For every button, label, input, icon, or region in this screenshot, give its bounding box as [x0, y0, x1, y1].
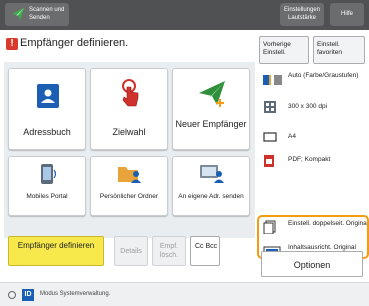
- status-text: Modus Systemverwaltung.: [40, 291, 111, 297]
- new-recipient-label: Neuer Empfänger: [175, 119, 247, 129]
- home-button-label: Scannen und Senden: [29, 7, 65, 21]
- paper-size-icon: [263, 132, 277, 142]
- speeddial-icon: [122, 79, 139, 107]
- send-icon: [12, 8, 24, 20]
- recipient-panel: Adressbuch Zielwahl Neuer Empfänger Mobi…: [4, 62, 255, 238]
- paper-size-text: A4: [288, 133, 296, 140]
- new-recipient-tile[interactable]: Neuer Empfänger: [172, 68, 250, 150]
- addressbook-tile[interactable]: Adressbuch: [8, 68, 86, 150]
- resolution-icon: [264, 101, 276, 113]
- color-mode-icon: [263, 75, 282, 85]
- file-format-text: PDF; Kompakt: [288, 156, 331, 163]
- setting-color-mode[interactable]: Auto (Farbe/Graustufen): [255, 70, 369, 92]
- title-bar: ! Empfänger definieren.: [0, 30, 255, 60]
- send-to-self-label: An eigene Adr. senden: [178, 193, 244, 200]
- color-mode-text: Auto (Farbe/Graustufen): [288, 72, 359, 79]
- setting-resolution[interactable]: 300 x 300 dpi: [255, 96, 369, 118]
- options-button[interactable]: Optionen: [261, 251, 363, 277]
- settings-panel: Vorherige Einstell. Einstell. favoriten …: [255, 30, 369, 282]
- define-recipient-button[interactable]: Empfänger definieren: [8, 236, 104, 266]
- personal-folder-label: Persönlicher Ordner: [99, 193, 159, 200]
- cc-bcc-button[interactable]: Cc Bcc: [190, 236, 220, 266]
- admin-mode-icon: ID: [22, 289, 34, 301]
- top-bar: Scannen und Senden Einstellungen Lautstä…: [0, 0, 369, 30]
- previous-settings-button[interactable]: Vorherige Einstell.: [259, 36, 309, 64]
- mobile-portal-icon: [41, 164, 57, 184]
- mobile-portal-tile[interactable]: Mobiles Portal: [8, 156, 86, 216]
- new-recipient-icon: [199, 81, 225, 107]
- setting-paper-size[interactable]: A4: [255, 126, 369, 148]
- addressbook-label: Adressbuch: [23, 127, 71, 137]
- send-to-self-tile[interactable]: An eigene Adr. senden: [172, 156, 250, 216]
- page-title: Empfänger definieren.: [20, 37, 129, 49]
- send-to-self-icon: [200, 165, 224, 183]
- status-info-icon: [8, 291, 16, 299]
- speeddial-tile[interactable]: Zielwahl: [90, 68, 168, 150]
- details-button[interactable]: Details: [114, 236, 148, 266]
- speeddial-label: Zielwahl: [112, 127, 146, 137]
- resolution-text: 300 x 300 dpi: [288, 103, 328, 110]
- personal-folder-tile[interactable]: Persönlicher Ordner: [90, 156, 168, 216]
- setting-file-format[interactable]: PDF; Kompakt: [255, 150, 369, 172]
- favorite-settings-button[interactable]: Einstell. favoriten: [313, 36, 365, 64]
- warning-icon: !: [6, 38, 18, 50]
- status-bar: ID Modus Systemverwaltung.: [0, 282, 369, 306]
- settings-volume-button[interactable]: Einstellungen Lautstärke: [280, 3, 324, 26]
- mobile-portal-label: Mobiles Portal: [26, 193, 68, 200]
- delete-recipient-button[interactable]: Empf. lösch.: [152, 236, 186, 266]
- help-button[interactable]: Hilfe: [330, 3, 364, 26]
- file-format-icon: [264, 155, 274, 167]
- personal-folder-icon: [118, 167, 141, 183]
- home-button[interactable]: Scannen und Senden: [5, 3, 69, 26]
- addressbook-icon: [37, 84, 59, 108]
